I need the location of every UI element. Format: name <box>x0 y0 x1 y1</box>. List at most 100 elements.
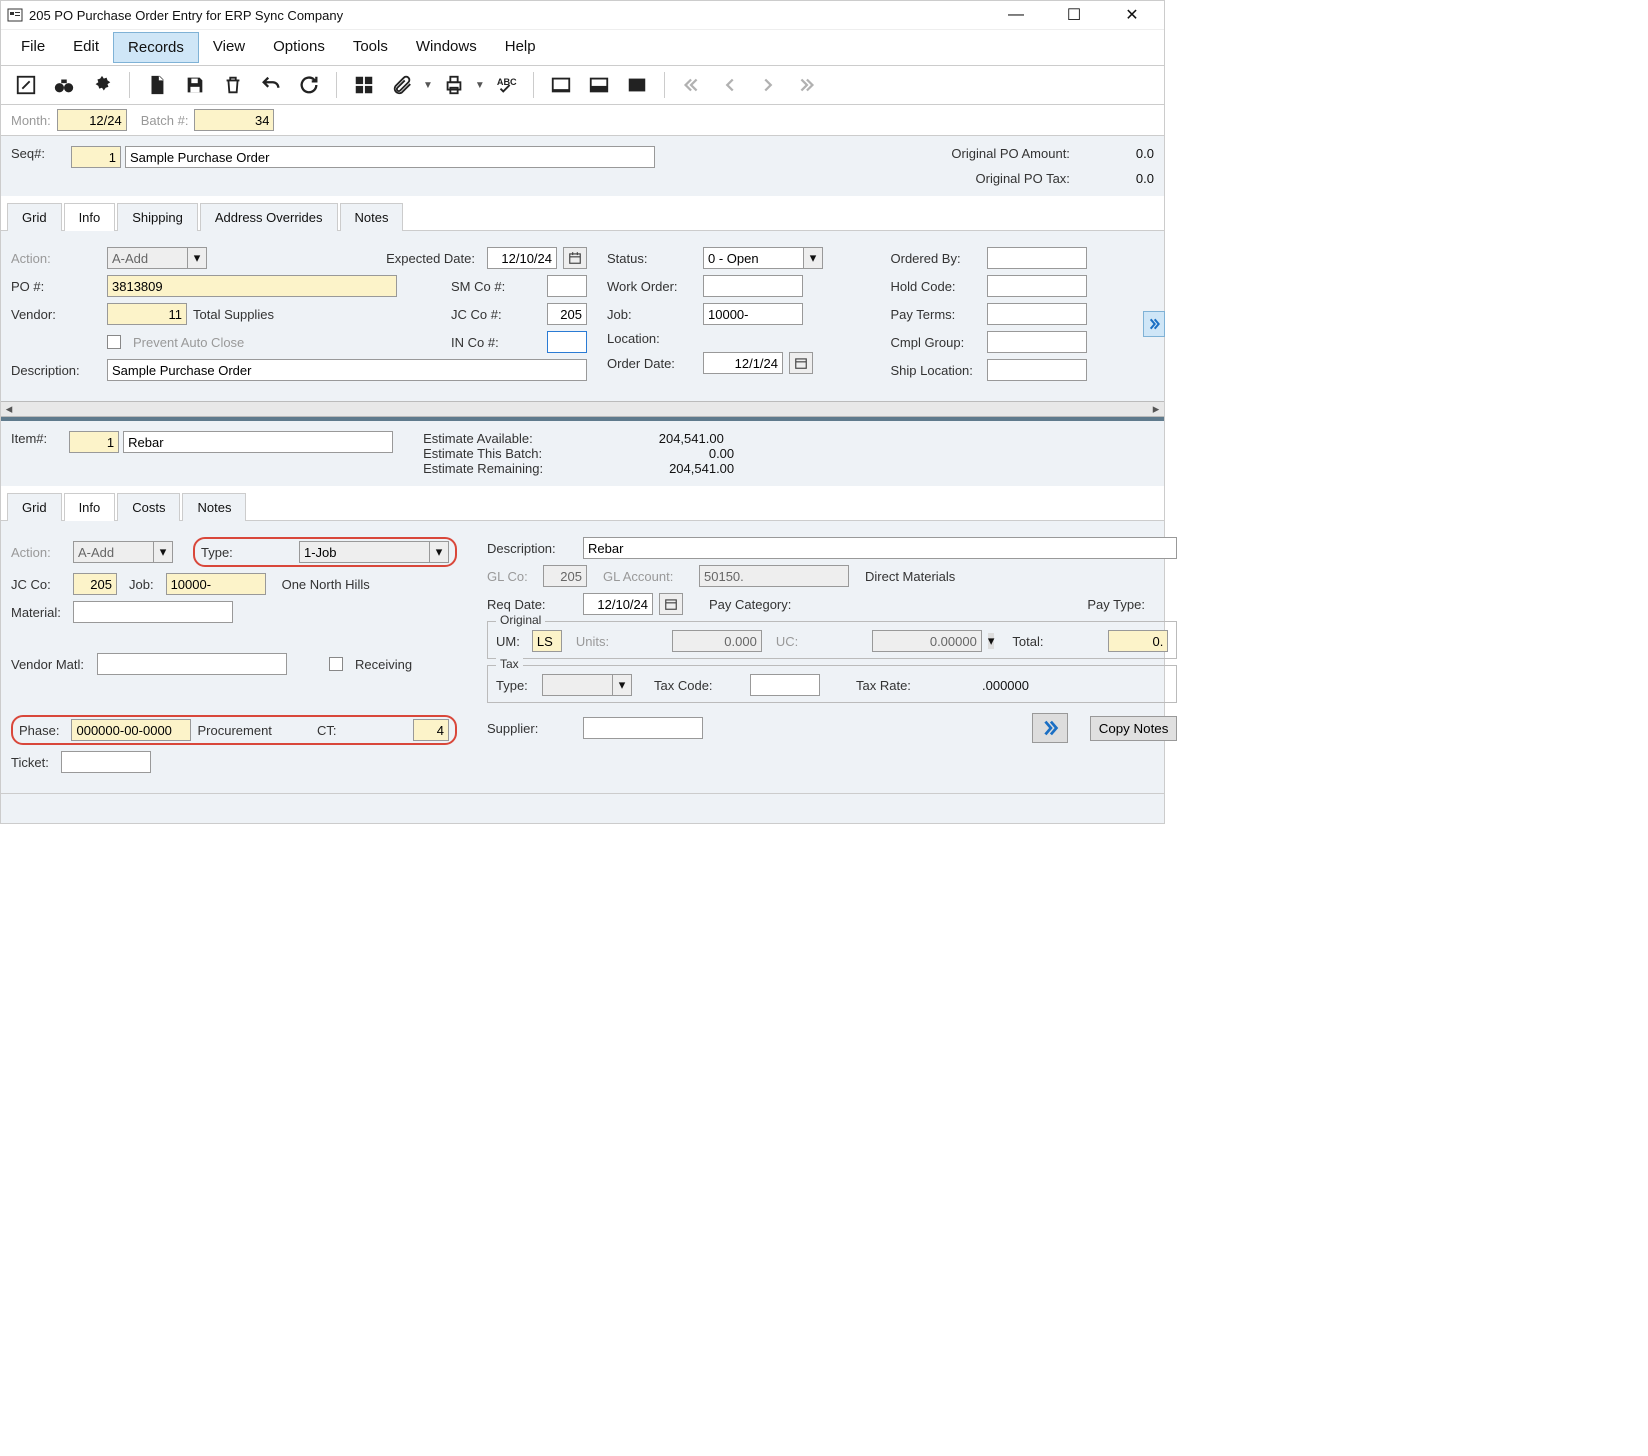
maximize-button[interactable]: ☐ <box>1054 5 1094 25</box>
batch-field[interactable] <box>194 109 274 131</box>
window1-icon[interactable] <box>544 70 578 100</box>
menu-file[interactable]: File <box>7 32 59 63</box>
attachment-icon[interactable] <box>385 70 419 100</box>
tax-group: Tax Type: ▾ Tax Code: Tax Rate: .000000 <box>487 665 1177 703</box>
tab-detail-costs[interactable]: Costs <box>117 493 180 521</box>
window2-icon[interactable] <box>582 70 616 100</box>
ticket-field[interactable] <box>61 751 151 773</box>
taxtype-combo[interactable]: ▾ <box>542 674 632 696</box>
shiploc-field[interactable] <box>987 359 1087 381</box>
menu-tools[interactable]: Tools <box>339 32 402 63</box>
nav-last-icon[interactable] <box>789 70 823 100</box>
tab-detail-notes[interactable]: Notes <box>182 493 246 521</box>
reqdate-field[interactable] <box>583 593 653 615</box>
orderedby-field[interactable] <box>987 247 1087 269</box>
chevron-down-icon[interactable]: ▾ <box>153 541 173 563</box>
menu-view[interactable]: View <box>199 32 259 63</box>
payterms-field[interactable] <box>987 303 1087 325</box>
vendor-field[interactable] <box>107 303 187 325</box>
vendmatl-field[interactable] <box>97 653 287 675</box>
nav-first-icon[interactable] <box>675 70 709 100</box>
minimize-button[interactable]: — <box>996 6 1036 24</box>
menu-edit[interactable]: Edit <box>59 32 113 63</box>
chevron-down-icon[interactable]: ▾ <box>187 247 207 269</box>
calendar-icon[interactable] <box>789 352 813 374</box>
print-icon[interactable] <box>437 70 471 100</box>
detail-jcco-field[interactable] <box>73 573 117 595</box>
chevron-down-icon[interactable]: ▾ <box>429 541 449 563</box>
receiving-checkbox[interactable] <box>329 657 343 671</box>
inco-field[interactable] <box>547 331 587 353</box>
window3-icon[interactable] <box>620 70 654 100</box>
window-title: 205 PO Purchase Order Entry for ERP Sync… <box>29 8 996 23</box>
prevent-auto-close-checkbox[interactable] <box>107 335 121 349</box>
menu-options[interactable]: Options <box>259 32 339 63</box>
menu-help[interactable]: Help <box>491 32 550 63</box>
orderdate-field[interactable] <box>703 352 783 374</box>
expand-button[interactable] <box>1032 713 1068 743</box>
save-icon[interactable] <box>178 70 212 100</box>
jcco-field[interactable] <box>547 303 587 325</box>
seq-field[interactable] <box>71 146 121 168</box>
scroll-left-icon[interactable]: ◂ <box>1 402 17 416</box>
ct-field[interactable] <box>413 719 449 741</box>
taxcode-field[interactable] <box>750 674 820 696</box>
edit-icon[interactable] <box>9 70 43 100</box>
menu-records[interactable]: Records <box>113 32 199 63</box>
desc-field[interactable] <box>107 359 587 381</box>
item-field[interactable] <box>69 431 119 453</box>
detail-desc-field[interactable] <box>583 537 1177 559</box>
chevron-down-icon[interactable]: ▾ <box>612 674 632 696</box>
smco-field[interactable] <box>547 275 587 297</box>
new-icon[interactable] <box>140 70 174 100</box>
phase-field[interactable] <box>71 719 191 741</box>
binoculars-icon[interactable] <box>47 70 81 100</box>
detail-job-field[interactable] <box>166 573 266 595</box>
calendar-icon[interactable] <box>563 247 587 269</box>
horizontal-scrollbar[interactable]: ◂ ▸ <box>1 401 1164 417</box>
expected-date-field[interactable] <box>487 247 557 269</box>
spellcheck-icon[interactable]: ABC <box>489 70 523 100</box>
total-field[interactable] <box>1108 630 1168 652</box>
item-desc-field[interactable] <box>123 431 393 453</box>
uc-dropdown[interactable]: ▾ <box>988 633 995 649</box>
menubar: File Edit Records View Options Tools Win… <box>1 29 1164 65</box>
tab-info[interactable]: Info <box>64 203 116 231</box>
um-field[interactable] <box>532 630 562 652</box>
supplier-field[interactable] <box>583 717 703 739</box>
gear-icon[interactable] <box>85 70 119 100</box>
detail-action-combo[interactable]: ▾ <box>73 541 173 563</box>
tab-detail-grid[interactable]: Grid <box>7 493 62 521</box>
material-field[interactable] <box>73 601 233 623</box>
seq-desc-field[interactable] <box>125 146 655 168</box>
expand-panel-button[interactable] <box>1143 311 1165 337</box>
refresh-icon[interactable] <box>292 70 326 100</box>
nav-prev-icon[interactable] <box>713 70 747 100</box>
tab-grid[interactable]: Grid <box>7 203 62 231</box>
grid-icon[interactable] <box>347 70 381 100</box>
action-combo[interactable]: ▾ <box>107 247 207 269</box>
calendar-icon[interactable] <box>659 593 683 615</box>
copy-notes-button[interactable]: Copy Notes <box>1090 716 1178 741</box>
cmpl-field[interactable] <box>987 331 1087 353</box>
close-button[interactable]: ✕ <box>1112 5 1152 25</box>
workorder-field[interactable] <box>703 275 803 297</box>
scroll-right-icon[interactable]: ▸ <box>1148 402 1164 416</box>
status-combo[interactable]: ▾ <box>703 247 823 269</box>
nav-next-icon[interactable] <box>751 70 785 100</box>
batch-label: Batch #: <box>141 113 195 128</box>
month-field[interactable] <box>57 109 127 131</box>
type-combo[interactable]: ▾ <box>299 541 449 563</box>
tab-detail-info[interactable]: Info <box>64 493 116 521</box>
chevron-down-icon[interactable]: ▾ <box>803 247 823 269</box>
tab-address-overrides[interactable]: Address Overrides <box>200 203 338 231</box>
undo-icon[interactable] <box>254 70 288 100</box>
po-field[interactable] <box>107 275 397 297</box>
delete-icon[interactable] <box>216 70 250 100</box>
job-field[interactable] <box>703 303 803 325</box>
hold-field[interactable] <box>987 275 1087 297</box>
glacct-label: GL Account: <box>603 569 693 584</box>
menu-windows[interactable]: Windows <box>402 32 491 63</box>
tab-notes[interactable]: Notes <box>340 203 404 231</box>
tab-shipping[interactable]: Shipping <box>117 203 198 231</box>
